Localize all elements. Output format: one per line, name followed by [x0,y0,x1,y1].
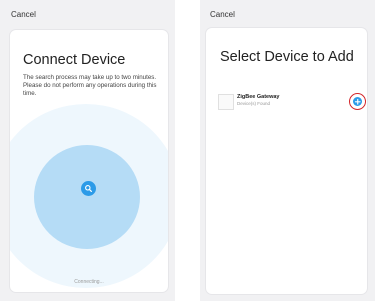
search-icon [85,185,93,193]
device-name: ZigBee Gateway [237,94,280,100]
connect-device-screen: Cancel Connect Device The search process… [0,0,175,301]
select-device-card: Select Device to Add ZigBee Gateway Devi… [206,28,367,294]
radar-inner-circle [34,145,140,249]
device-thumbnail [218,94,234,110]
add-device-highlight [349,93,366,110]
connect-device-card: Connect Device The search process may ta… [10,30,168,292]
page-title: Connect Device [23,52,126,68]
device-status: Device(s) Found [237,101,271,106]
add-device-button[interactable] [352,96,362,106]
cancel-button[interactable]: Cancel [210,10,235,19]
search-description: The search process may take up to two mi… [23,74,157,97]
search-button[interactable] [81,181,96,196]
page-title: Select Device to Add [220,49,354,65]
device-list-item[interactable]: ZigBee Gateway Device(s) Found [218,92,358,112]
select-device-screen: Cancel Select Device to Add ZigBee Gatew… [200,0,375,301]
connecting-status: Connecting... [74,279,104,285]
add-icon [354,98,361,105]
cancel-button[interactable]: Cancel [11,10,36,19]
